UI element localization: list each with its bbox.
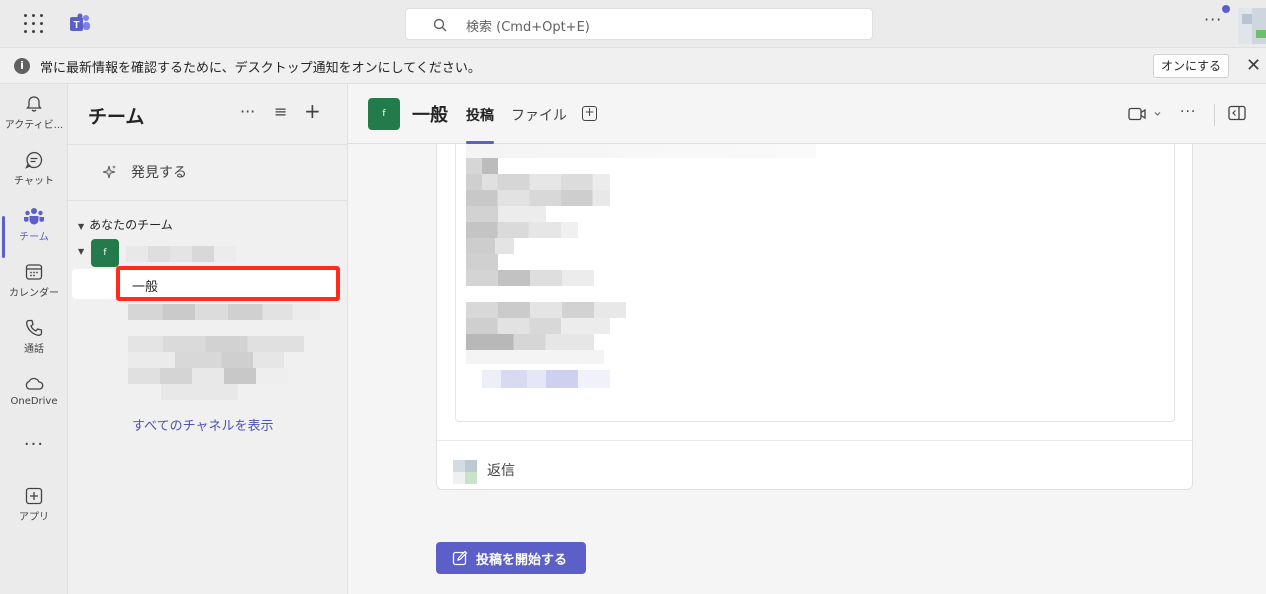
tab-files[interactable]: ファイル <box>511 105 567 125</box>
channel-list-redacted <box>128 304 320 404</box>
rail-item-activity[interactable]: アクティビ... <box>0 84 68 138</box>
settings-more-icon[interactable]: ··· <box>1204 10 1222 29</box>
rail-item-calendar[interactable]: カレンダー <box>0 252 68 306</box>
team-item[interactable]: ▼ f <box>78 239 338 267</box>
rail-label: アプリ <box>19 512 49 523</box>
list-item <box>128 384 238 400</box>
redacted-block <box>466 174 610 190</box>
teams-panel: チーム ··· ≡ + 発見する ▼ あなたのチーム ▼ f 一般 すべてのチャネ… <box>68 84 348 594</box>
caret-down-icon: ▼ <box>78 222 85 231</box>
video-call-icon[interactable] <box>1128 106 1162 122</box>
user-avatar[interactable] <box>1238 8 1266 44</box>
enable-notifications-button[interactable]: オンにする <box>1153 54 1229 78</box>
rail-label: チーム <box>19 232 49 243</box>
list-item <box>128 352 284 368</box>
channel-view: f 一般 投稿 ファイル + ··· 返信 投稿を開始する <box>348 84 1266 594</box>
search-input[interactable]: 検索 (Cmd+Opt+E) <box>405 8 873 40</box>
redacted-block <box>466 238 514 254</box>
more-options-icon[interactable]: ··· <box>240 102 255 121</box>
divider <box>68 144 348 145</box>
add-app-icon <box>25 487 43 505</box>
notification-message: 常に最新情報を確認するために、デスクトップ通知をオンにしてください。 <box>40 61 481 76</box>
close-icon[interactable]: ✕ <box>1246 55 1261 76</box>
side-panel-icon[interactable] <box>1228 105 1246 121</box>
rail-label: カレンダー <box>9 288 59 299</box>
discover-link[interactable]: 発見する <box>131 162 187 182</box>
rail-item-onedrive[interactable]: OneDrive <box>0 364 68 418</box>
redacted-block <box>466 318 610 334</box>
highlight-annotation <box>116 266 340 301</box>
redacted-block <box>466 206 546 222</box>
list-item <box>128 368 288 384</box>
top-bar: T 検索 (Cmd+Opt+E) ··· <box>0 0 1266 48</box>
status-dot <box>1222 5 1230 13</box>
redacted-block <box>482 370 610 388</box>
channel-header: f 一般 投稿 ファイル + ··· <box>348 84 1266 144</box>
section-label: あなたのチーム <box>89 218 173 232</box>
rail-item-calls[interactable]: 通話 <box>0 308 68 362</box>
rail-label: チャット <box>14 176 54 187</box>
rail-item-apps[interactable]: アプリ <box>0 476 68 530</box>
rail-item-chat[interactable]: チャット <box>0 140 68 194</box>
list-item <box>128 304 320 320</box>
divider <box>68 200 348 201</box>
channel-avatar: f <box>368 98 400 130</box>
info-icon: i <box>14 58 30 74</box>
more-apps-icon[interactable]: ··· <box>0 434 68 455</box>
more-options-icon[interactable]: ··· <box>1180 104 1196 120</box>
teams-logo-icon: T <box>70 13 90 31</box>
post-content-redacted <box>455 144 1175 422</box>
compose-icon <box>452 550 468 566</box>
tab-posts[interactable]: 投稿 <box>466 105 494 125</box>
panel-title: チーム <box>88 106 145 128</box>
discover-icon <box>102 165 116 179</box>
reply-avatar <box>453 460 487 486</box>
app-launcher-icon[interactable] <box>24 14 44 34</box>
redacted-block <box>466 350 604 364</box>
divider <box>1214 104 1215 126</box>
redacted-line <box>466 144 816 158</box>
post-card: 返信 <box>436 144 1194 490</box>
redacted-block <box>466 334 594 350</box>
add-team-icon[interactable]: + <box>304 99 321 123</box>
redacted-block <box>466 158 498 174</box>
caret-down-icon: ▼ <box>78 247 85 256</box>
see-all-channels-link[interactable]: すべてのチャネルを表示 <box>132 415 273 434</box>
add-tab-icon[interactable]: + <box>582 106 597 121</box>
rail-label: OneDrive <box>10 396 58 407</box>
app-rail: アクティビ... チャット チーム カレンダー 通話 OneDrive ··· … <box>0 84 68 594</box>
teams-icon <box>24 208 44 225</box>
calendar-icon <box>25 264 43 280</box>
cloud-icon <box>25 377 44 390</box>
channel-title: 一般 <box>412 105 448 126</box>
search-placeholder: 検索 (Cmd+Opt+E) <box>466 20 590 35</box>
start-post-label: 投稿を開始する <box>476 553 568 568</box>
svg-text:T: T <box>73 20 79 31</box>
team-avatar: f <box>91 239 119 267</box>
notification-bar: i 常に最新情報を確認するために、デスクトップ通知をオンにしてください。 オンに… <box>0 48 1266 84</box>
redacted-block <box>466 190 610 206</box>
reply-link[interactable]: 返信 <box>487 460 515 480</box>
list-item <box>128 336 304 352</box>
search-icon <box>433 18 447 32</box>
redacted-block <box>466 270 594 286</box>
chat-icon <box>25 151 43 169</box>
start-post-button[interactable]: 投稿を開始する <box>436 542 586 574</box>
rail-label: 通話 <box>24 344 44 355</box>
filter-icon[interactable]: ≡ <box>274 102 287 121</box>
redacted-block <box>466 254 498 270</box>
redacted-block <box>466 302 626 318</box>
panel-actions: ··· ≡ + <box>240 99 326 124</box>
your-teams-header[interactable]: ▼ あなたのチーム <box>78 216 173 233</box>
divider <box>437 440 1194 441</box>
phone-icon <box>26 319 43 336</box>
redacted-block <box>466 222 578 238</box>
rail-label: アクティビ... <box>4 120 64 131</box>
bell-icon <box>26 96 42 112</box>
team-name-redacted <box>126 246 236 262</box>
rail-item-teams[interactable]: チーム <box>0 196 68 258</box>
